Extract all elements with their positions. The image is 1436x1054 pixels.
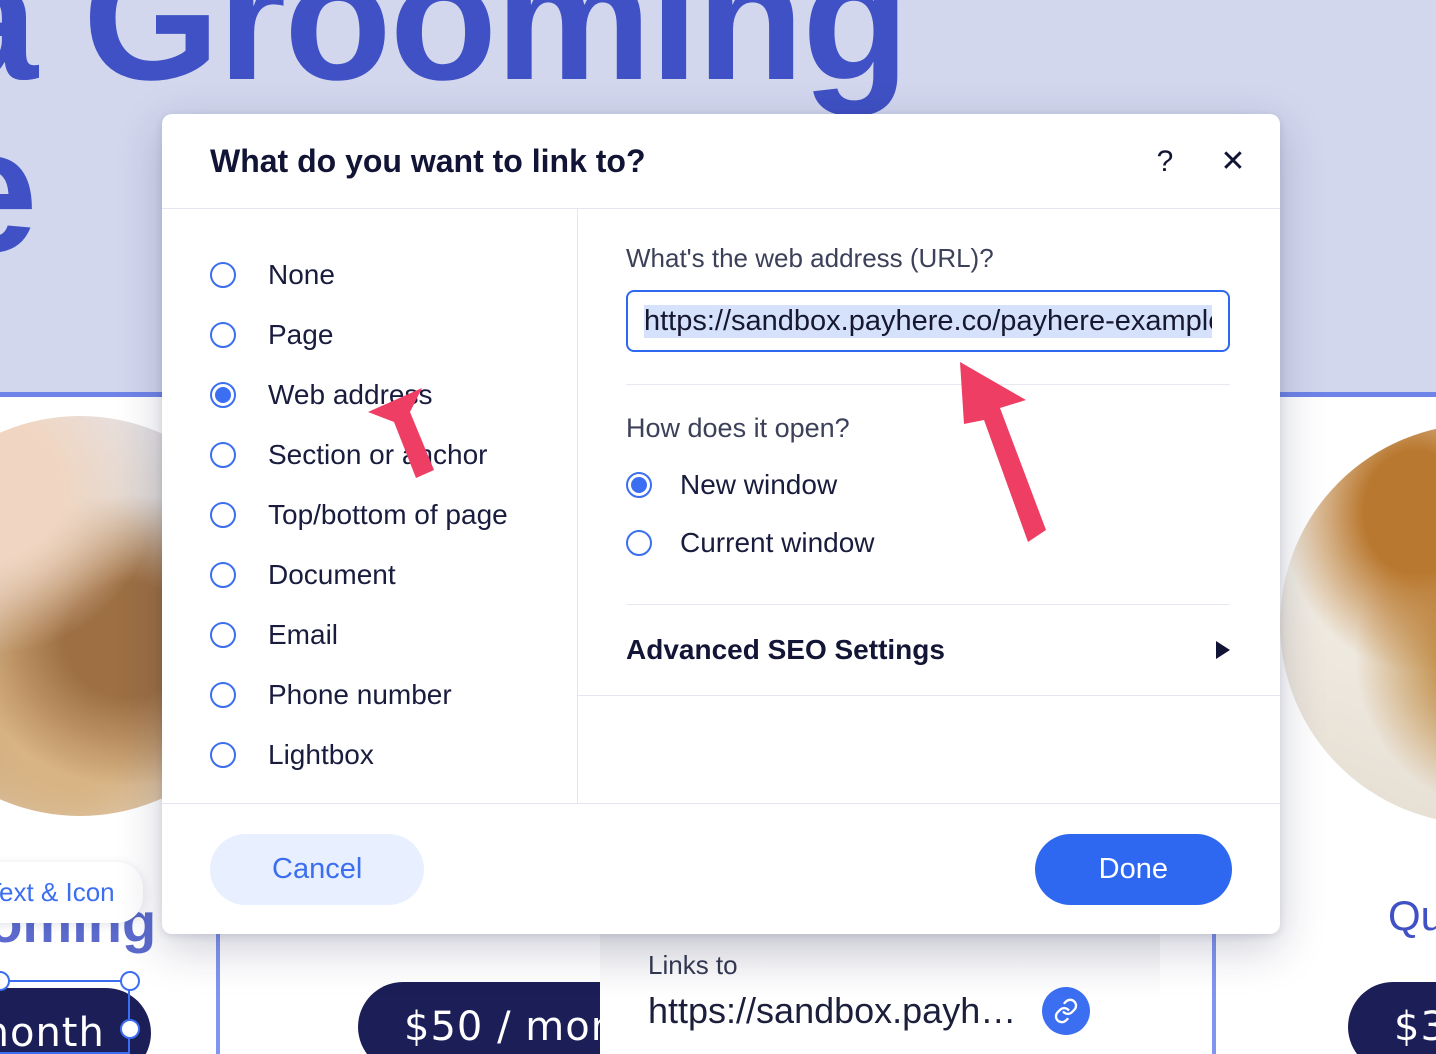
text-and-icon-badge[interactable]: Text & Icon [0,862,143,923]
radio-new-window[interactable] [626,472,652,498]
link-type-option-top-bottom-of-page[interactable]: Top/bottom of page [210,485,577,545]
dialog-header-actions: ? ✕ [1148,114,1250,209]
quote-text: Qu [1388,892,1436,939]
link-type-label-phone-number: Phone number [268,679,452,710]
radio-section-or-anchor[interactable] [210,442,236,468]
link-type-label-document: Document [268,559,396,590]
hero-subtitle: e [0,103,38,279]
close-icon[interactable]: ✕ [1216,145,1250,179]
radio-none[interactable] [210,262,236,288]
link-settings-dialog: What do you want to link to? ? ✕ None Pa… [162,114,1280,934]
hero-title: a Grooming [0,0,910,117]
radio-document[interactable] [210,562,236,588]
done-button[interactable]: Done [1034,833,1232,905]
link-type-label-email: Email [268,619,339,650]
radio-email[interactable] [210,622,236,648]
open-behavior-label-new-window: New window [680,469,838,500]
link-type-option-web-address[interactable]: Web address [210,365,577,425]
link-type-option-page[interactable]: Page [210,305,577,365]
divider-after-url [626,384,1230,385]
open-behavior-label-current-window: Current window [680,527,875,558]
help-icon[interactable]: ? [1148,145,1182,179]
link-icon[interactable] [1042,986,1091,1035]
url-input[interactable] [626,290,1230,352]
open-behavior-option-current-window[interactable]: Current window [626,514,1232,572]
link-type-list: None Page Web address Section or anchor … [162,209,578,803]
advanced-seo-settings-label: Advanced SEO Settings [626,634,945,665]
link-type-option-section-or-anchor[interactable]: Section or anchor [210,425,577,485]
url-field-label: What's the web address (URL)? [626,243,994,273]
radio-current-window[interactable] [626,530,652,556]
link-type-option-document[interactable]: Document [210,545,577,605]
dialog-title: What do you want to link to? [210,142,646,179]
link-type-label-page: Page [268,319,334,350]
link-type-label-none: None [268,259,335,290]
cancel-button[interactable]: Cancel [210,833,425,905]
triangle-right-icon[interactable] [1216,641,1230,659]
radio-top-bottom-of-page[interactable] [210,502,236,528]
link-type-label-lightbox: Lightbox [268,739,374,770]
divider-below-seo [578,695,1280,696]
selection-box [0,980,130,1054]
link-type-option-phone-number[interactable]: Phone number [210,665,577,725]
open-behavior-label: How does it open? [626,413,850,443]
advanced-seo-settings-row[interactable]: Advanced SEO Settings [626,605,1230,695]
link-type-label-web-address: Web address [268,379,433,410]
dialog-body: None Page Web address Section or anchor … [162,209,1280,804]
links-to-url: https://sandbox.payh… [648,989,1017,1031]
selection-handle-top-right[interactable] [120,971,140,991]
link-type-option-email[interactable]: Email [210,605,577,665]
dialog-footer: Cancel Done [162,804,1280,934]
radio-lightbox[interactable] [210,742,236,768]
open-behavior-option-new-window[interactable]: New window [626,456,1232,514]
radio-phone-number[interactable] [210,682,236,708]
link-type-label-section-or-anchor: Section or anchor [268,439,488,470]
links-to-label: Links to [648,949,738,980]
selection-handle-right[interactable] [120,1019,140,1039]
radio-web-address[interactable] [210,382,236,408]
links-to-panel: Links to https://sandbox.payh… [600,930,1160,1054]
dialog-header: What do you want to link to? ? ✕ [162,114,1280,209]
link-type-option-none[interactable]: None [210,245,577,305]
link-type-option-lightbox[interactable]: Lightbox [210,725,577,785]
link-type-label-top-bottom-of-page: Top/bottom of page [268,499,508,530]
link-details-pane: What's the web address (URL)? How does i… [578,209,1280,803]
radio-page[interactable] [210,322,236,348]
